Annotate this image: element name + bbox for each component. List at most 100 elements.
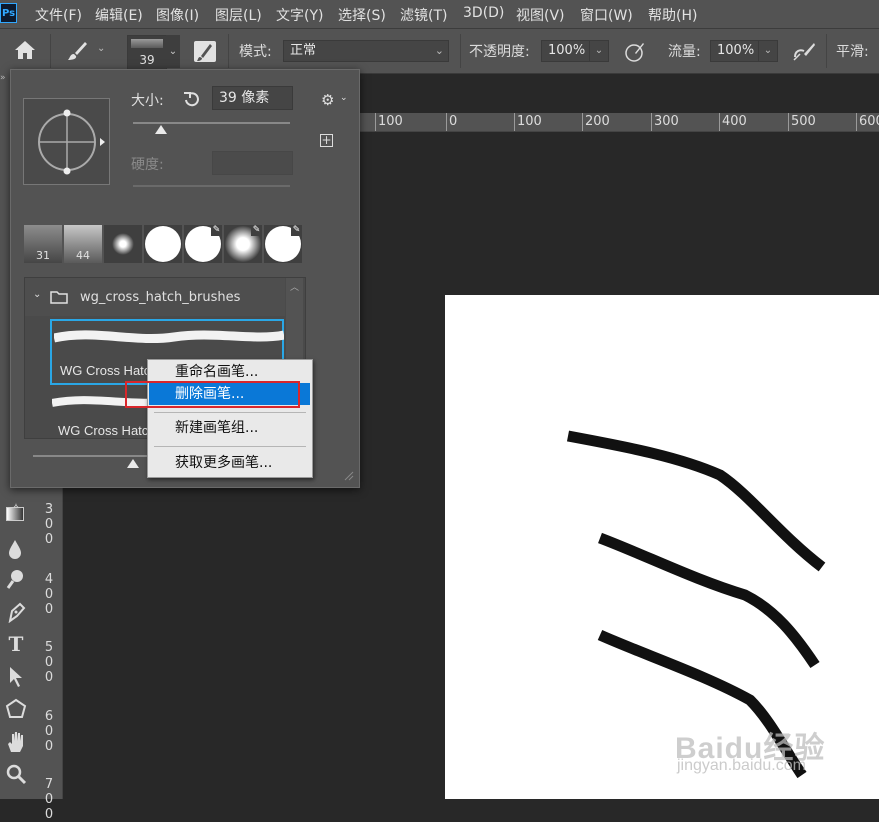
pressure-opacity-icon[interactable] <box>624 41 646 63</box>
smoothing-label: 平滑: <box>836 44 869 60</box>
horizontal-ruler: 100 0 100 200 300 400 500 600 <box>360 113 879 132</box>
flow-label: 流量: <box>668 44 701 60</box>
preview-size-slider-thumb[interactable] <box>127 459 139 468</box>
type-tool-icon[interactable]: T <box>5 633 27 655</box>
path-selection-icon[interactable] <box>8 666 24 688</box>
menu-type[interactable]: 文字(Y) <box>276 5 323 25</box>
menu-file[interactable]: 文件(F) <box>35 5 82 25</box>
size-label: 大小: <box>131 93 164 109</box>
opacity-label: 不透明度: <box>469 44 530 60</box>
gradient-tool-icon[interactable] <box>6 507 24 521</box>
menu-filter[interactable]: 滤镜(T) <box>400 5 447 25</box>
opacity-field[interactable]: 100% ⌄ <box>541 40 609 62</box>
zoom-tool-icon[interactable] <box>5 763 27 787</box>
brush-tip-preview[interactable] <box>23 98 110 185</box>
home-icon[interactable] <box>14 40 36 60</box>
chevron-down-icon: ⌄ <box>434 44 444 57</box>
ruler-label: 300 <box>651 113 679 131</box>
size-input[interactable]: 39 像素 <box>212 86 293 110</box>
document-canvas[interactable]: Baidu经验 jingyan.baidu.com <box>445 295 879 799</box>
options-bar: ⌄ 39 ⌄ 模式: 正常 ⌄ 不透明度: 100% ⌄ 流量: 100% ⌄ … <box>0 29 879 74</box>
menu-separator <box>154 412 306 413</box>
menu-view[interactable]: 视图(V) <box>516 5 565 25</box>
context-menu: 重命名画笔... 删除画笔... 新建画笔组... 获取更多画笔... <box>147 359 313 478</box>
mode-label: 模式: <box>239 44 272 60</box>
brush-preset-31[interactable]: 31 <box>24 225 62 263</box>
brush-stroke-preview <box>54 330 284 344</box>
brush-stroke <box>566 430 826 572</box>
ruler-label: 400 <box>44 572 54 617</box>
menu-select[interactable]: 选择(S) <box>338 5 386 25</box>
dodge-tool-icon[interactable] <box>6 568 26 590</box>
hardness-slider-track <box>133 185 290 187</box>
brush-preset-picker[interactable]: 39 <box>127 35 167 70</box>
pen-tool-icon[interactable] <box>6 601 26 623</box>
brush-group-name: wg_cross_hatch_brushes <box>80 290 241 305</box>
size-slider-thumb[interactable] <box>155 125 167 134</box>
brush-preset-soft-small[interactable] <box>104 225 142 263</box>
chevron-down-icon[interactable]: ⌄ <box>97 43 105 54</box>
size-slider-track[interactable] <box>133 122 290 124</box>
brush-preset-hard-pressure[interactable]: ✎ <box>184 225 222 263</box>
brush-name: WG Cross Hatch <box>60 363 158 378</box>
resize-grip-icon[interactable] <box>342 469 354 481</box>
hardness-label: 硬度: <box>131 157 164 173</box>
brush-size-readout: 39 <box>139 53 155 67</box>
menu-image[interactable]: 图像(I) <box>156 5 199 25</box>
menu-3d[interactable]: 3D(D) <box>463 5 504 21</box>
brush-picker-dropdown-icon[interactable]: ⌄ <box>166 35 180 68</box>
flow-value: 100% <box>717 43 755 58</box>
opacity-value: 100% <box>548 43 586 58</box>
menu-separator <box>154 446 306 447</box>
reset-size-icon[interactable] <box>182 90 200 108</box>
hand-tool-icon[interactable] <box>5 730 27 754</box>
menu-bar: Ps 文件(F) 编辑(E) 图像(I) 图层(L) 文字(Y) 选择(S) 滤… <box>0 0 879 29</box>
polygon-tool-icon[interactable] <box>5 698 27 720</box>
mode-value: 正常 <box>290 43 317 58</box>
brush-settings-toggle-icon[interactable] <box>194 41 216 62</box>
baidu-watermark-url: jingyan.baidu.com <box>677 757 806 774</box>
ruler-label: 300 <box>44 502 54 547</box>
menu-help[interactable]: 帮助(H) <box>648 5 697 25</box>
chevron-down-icon[interactable]: ⌄ <box>340 93 348 103</box>
ruler-label: 600 <box>44 709 54 754</box>
flow-field[interactable]: 100% ⌄ <box>710 40 778 62</box>
brush-preset-soft-pressure[interactable]: ✎ <box>224 225 262 263</box>
hardness-input <box>212 151 293 175</box>
ruler-label: 600 <box>856 113 879 131</box>
annotation-highlight-box <box>125 381 300 408</box>
pen-pressure-icon: ✎ <box>291 225 302 236</box>
new-preset-icon[interactable]: + <box>320 134 333 147</box>
menu-item-new-brush-group[interactable]: 新建画笔组... <box>149 417 310 439</box>
chevron-down-icon[interactable]: ⌄ <box>758 41 777 61</box>
airbrush-icon[interactable] <box>792 41 816 63</box>
folder-icon <box>50 291 68 304</box>
chevron-down-icon[interactable]: ⌄ <box>589 41 608 61</box>
ruler-label: 500 <box>788 113 816 131</box>
ruler-label: 700 <box>44 777 54 822</box>
photoshop-logo-icon: Ps <box>0 3 17 23</box>
menu-edit[interactable]: 编辑(E) <box>95 5 143 25</box>
chevron-down-icon[interactable]: ⌄ <box>33 289 41 300</box>
mode-select[interactable]: 正常 ⌄ <box>283 40 449 62</box>
pen-pressure-icon: ✎ <box>251 225 262 236</box>
ruler-label: 500 <box>44 640 54 685</box>
menu-window[interactable]: 窗口(W) <box>580 5 633 25</box>
brush-name: WG Cross Hatch <box>58 423 156 438</box>
gear-icon[interactable]: ⚙ <box>321 91 334 109</box>
ruler-label: 400 <box>719 113 747 131</box>
brush-preset-44[interactable]: 44 <box>64 225 102 263</box>
ruler-label: 100 <box>514 113 542 131</box>
brush-preset-hard-round[interactable] <box>144 225 182 263</box>
scroll-up-icon[interactable]: ︿ <box>290 280 299 293</box>
brush-tool-icon[interactable] <box>66 40 88 62</box>
brush-stroke-thumbnail <box>131 39 163 48</box>
menu-item-rename-brush[interactable]: 重命名画笔... <box>149 361 310 383</box>
menu-layer[interactable]: 图层(L) <box>215 5 262 25</box>
brush-preset-hard-pressure-2[interactable]: ✎ <box>264 225 302 263</box>
menu-item-get-more-brushes[interactable]: 获取更多画笔... <box>149 452 310 474</box>
ruler-label: 200 <box>582 113 610 131</box>
blur-drop-icon[interactable] <box>7 539 23 559</box>
brush-group-row[interactable]: ⌄ wg_cross_hatch_brushes <box>25 278 285 316</box>
ruler-label: 0 <box>446 113 457 131</box>
